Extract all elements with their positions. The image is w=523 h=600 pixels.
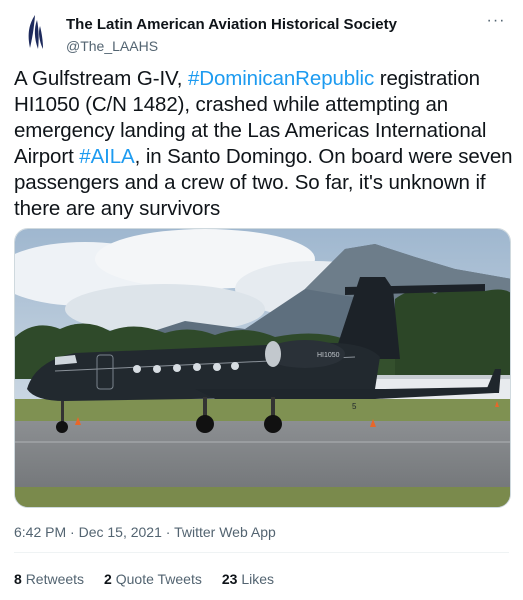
- author-names: The Latin American Aviation Historical S…: [66, 15, 397, 55]
- tweet-header: The Latin American Aviation Historical S…: [14, 12, 509, 60]
- hashtag-link[interactable]: #DominicanRepublic: [188, 67, 374, 90]
- likes-number: 23: [221, 571, 238, 587]
- retweets-label: Retweets: [25, 571, 85, 587]
- tweet-text: A Gulfstream G-IV, #DominicanRepublic re…: [14, 66, 514, 222]
- tweet-date-link[interactable]: Dec 15, 2021: [79, 524, 162, 540]
- tweet-photo[interactable]: HI1050 5: [14, 228, 511, 508]
- display-name[interactable]: The Latin American Aviation Historical S…: [66, 15, 397, 34]
- time-separator: ·: [66, 524, 79, 540]
- aircraft-photo: HI1050 5: [15, 229, 510, 507]
- gear-number-marking: 5: [352, 402, 357, 411]
- tweet: The Latin American Aviation Historical S…: [0, 0, 523, 600]
- laahs-logo-icon: [28, 15, 43, 49]
- quote-tweets-count[interactable]: 2 Quote Tweets: [104, 570, 202, 588]
- time-separator: ·: [161, 524, 175, 540]
- quotes-number: 2: [104, 571, 112, 587]
- tweet-timestamp: 6:42 PM · Dec 15, 2021 · Twitter Web App: [14, 523, 276, 541]
- tweet-time-link[interactable]: 6:42 PM: [14, 524, 66, 540]
- likes-label: Likes: [241, 571, 275, 587]
- avatar[interactable]: [14, 12, 54, 52]
- engagement-stats: 8 Retweets 2 Quote Tweets 23 Likes: [14, 570, 274, 588]
- hashtag-link[interactable]: #AILA: [79, 145, 134, 168]
- retweets-number: 8: [14, 571, 22, 587]
- registration-marking: HI1050: [317, 352, 340, 359]
- quotes-label: Quote Tweets: [115, 571, 202, 587]
- more-options-icon[interactable]: ···: [483, 12, 509, 38]
- likes-count[interactable]: 23 Likes: [222, 570, 274, 588]
- tweet-text-segment: A Gulfstream G-IV,: [14, 67, 188, 90]
- retweets-count[interactable]: 8 Retweets: [14, 570, 84, 588]
- user-handle[interactable]: @The_LAAHS: [66, 37, 397, 55]
- divider: [14, 552, 509, 553]
- tweet-source-link[interactable]: Twitter Web App: [174, 524, 276, 540]
